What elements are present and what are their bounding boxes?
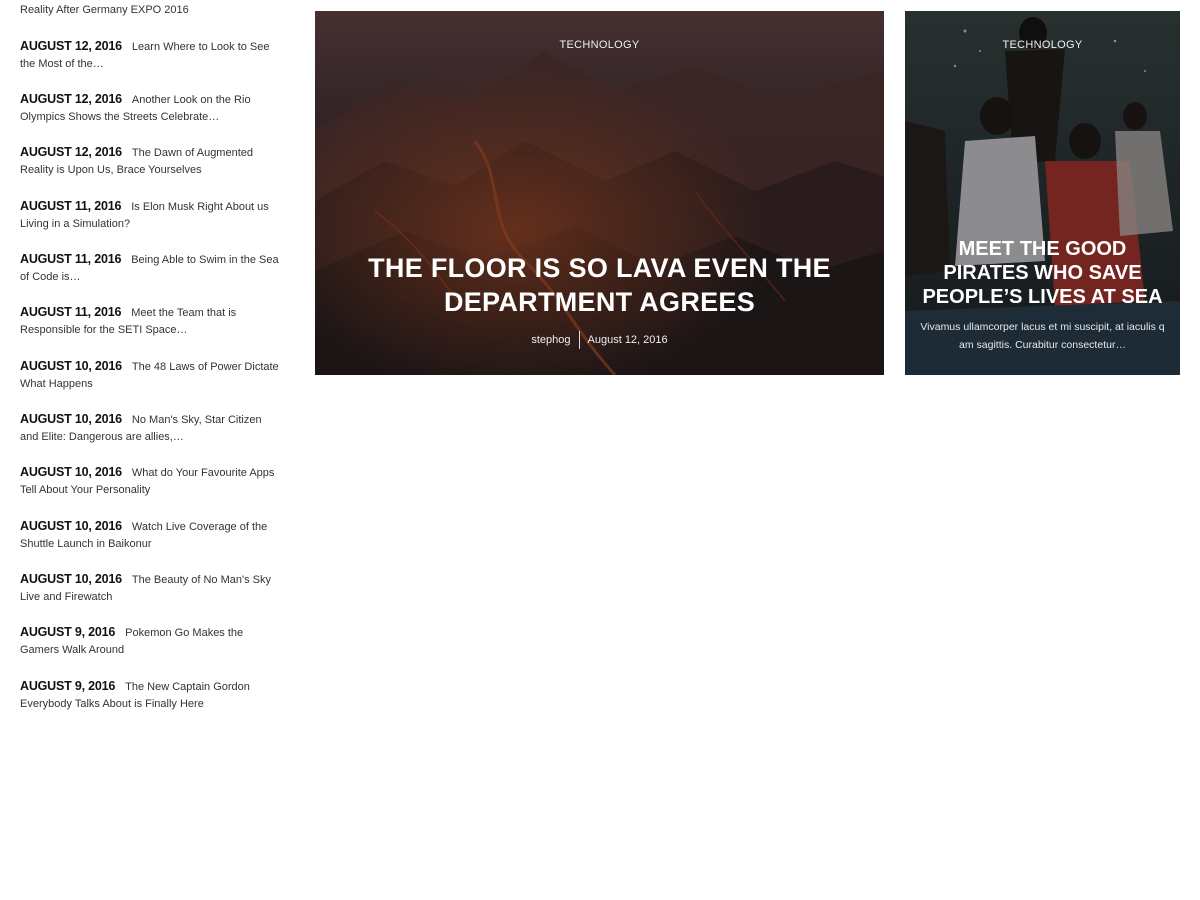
post-date: AUGUST 10, 2016 [20, 519, 122, 533]
list-item[interactable]: AUGUST 10, 2016 No Man's Sky, Star Citize… [20, 411, 282, 446]
post-date: AUGUST 10, 2016 [20, 465, 122, 479]
meta-divider [578, 331, 580, 349]
post-date: AUGUST 12, 2016 [20, 92, 122, 106]
image-overlay [315, 11, 884, 375]
list-item[interactable]: AUGUST 10, 2016 The Beauty of No Man's Sk… [20, 571, 282, 606]
list-item[interactable]: AUGUST 12, 2016 The Dawn of Augmented Rea… [20, 144, 282, 179]
post-date: AUGUST 11, 2016 [20, 252, 122, 266]
list-item[interactable]: AUGUST 12, 2016 Another Look on the Rio O… [20, 91, 282, 126]
post-meta: stephog August 12, 2016 [315, 331, 884, 349]
post-date: AUGUST 9, 2016 [20, 625, 116, 639]
post-date: August 12, 2016 [587, 334, 668, 346]
post-date: AUGUST 9, 2016 [20, 679, 116, 693]
list-item[interactable]: AUGUST 11, 2016 Being Able to Swim in the… [20, 251, 282, 286]
featured-post-title[interactable]: MEET THE GOOD PIRATES WHO SAVE PEOPLE’S … [917, 237, 1168, 309]
post-date: AUGUST 10, 2016 [20, 359, 122, 373]
post-date: AUGUST 11, 2016 [20, 305, 122, 319]
list-item[interactable]: AUGUST 10, 2016 Watch Live Coverage of th… [20, 518, 282, 553]
category-label[interactable]: TECHNOLOGY [315, 39, 884, 51]
list-item[interactable]: AUGUST 11, 2016 Meet the Team that is Res… [20, 304, 282, 339]
featured-post-card-side[interactable]: TECHNOLOGY MEET THE GOOD PIRATES WHO SAV… [905, 11, 1180, 375]
list-item[interactable]: AUGUST 10, 2016 What do Your Favourite Ap… [20, 464, 282, 499]
featured-post-title[interactable]: THE FLOOR IS SO LAVA EVEN THE DEPARTMENT… [345, 251, 854, 319]
list-item[interactable]: AUGUST 11, 2016 Is Elon Musk Right About … [20, 198, 282, 233]
post-date: AUGUST 12, 2016 [20, 145, 122, 159]
list-item[interactable]: AUGUST 9, 2016 Pokemon Go Makes the Gamer… [20, 624, 282, 659]
post-author[interactable]: stephog [531, 334, 570, 346]
list-item[interactable]: AUGUST 12, 2016 Learn Where to Look to Se… [20, 38, 282, 73]
category-label[interactable]: TECHNOLOGY [905, 39, 1180, 51]
post-date: AUGUST 10, 2016 [20, 572, 122, 586]
post-date: AUGUST 11, 2016 [20, 199, 122, 213]
recent-posts-list: Reality After Germany EXPO 2016 AUGUST 1… [20, 0, 282, 710]
post-date: AUGUST 10, 2016 [20, 412, 122, 426]
post-excerpt: Vivamus ullamcorper lacus et mi suscipit… [920, 321, 1165, 351]
partial-post-title[interactable]: Reality After Germany EXPO 2016 [20, 2, 282, 19]
post-date: AUGUST 12, 2016 [20, 39, 122, 53]
list-item[interactable]: AUGUST 10, 2016 The 48 Laws of Power Dict… [20, 358, 282, 393]
list-item[interactable]: AUGUST 9, 2016 The New Captain Gordon Eve… [20, 678, 282, 713]
featured-post-card-main[interactable]: TECHNOLOGY THE FLOOR IS SO LAVA EVEN THE… [315, 11, 884, 375]
